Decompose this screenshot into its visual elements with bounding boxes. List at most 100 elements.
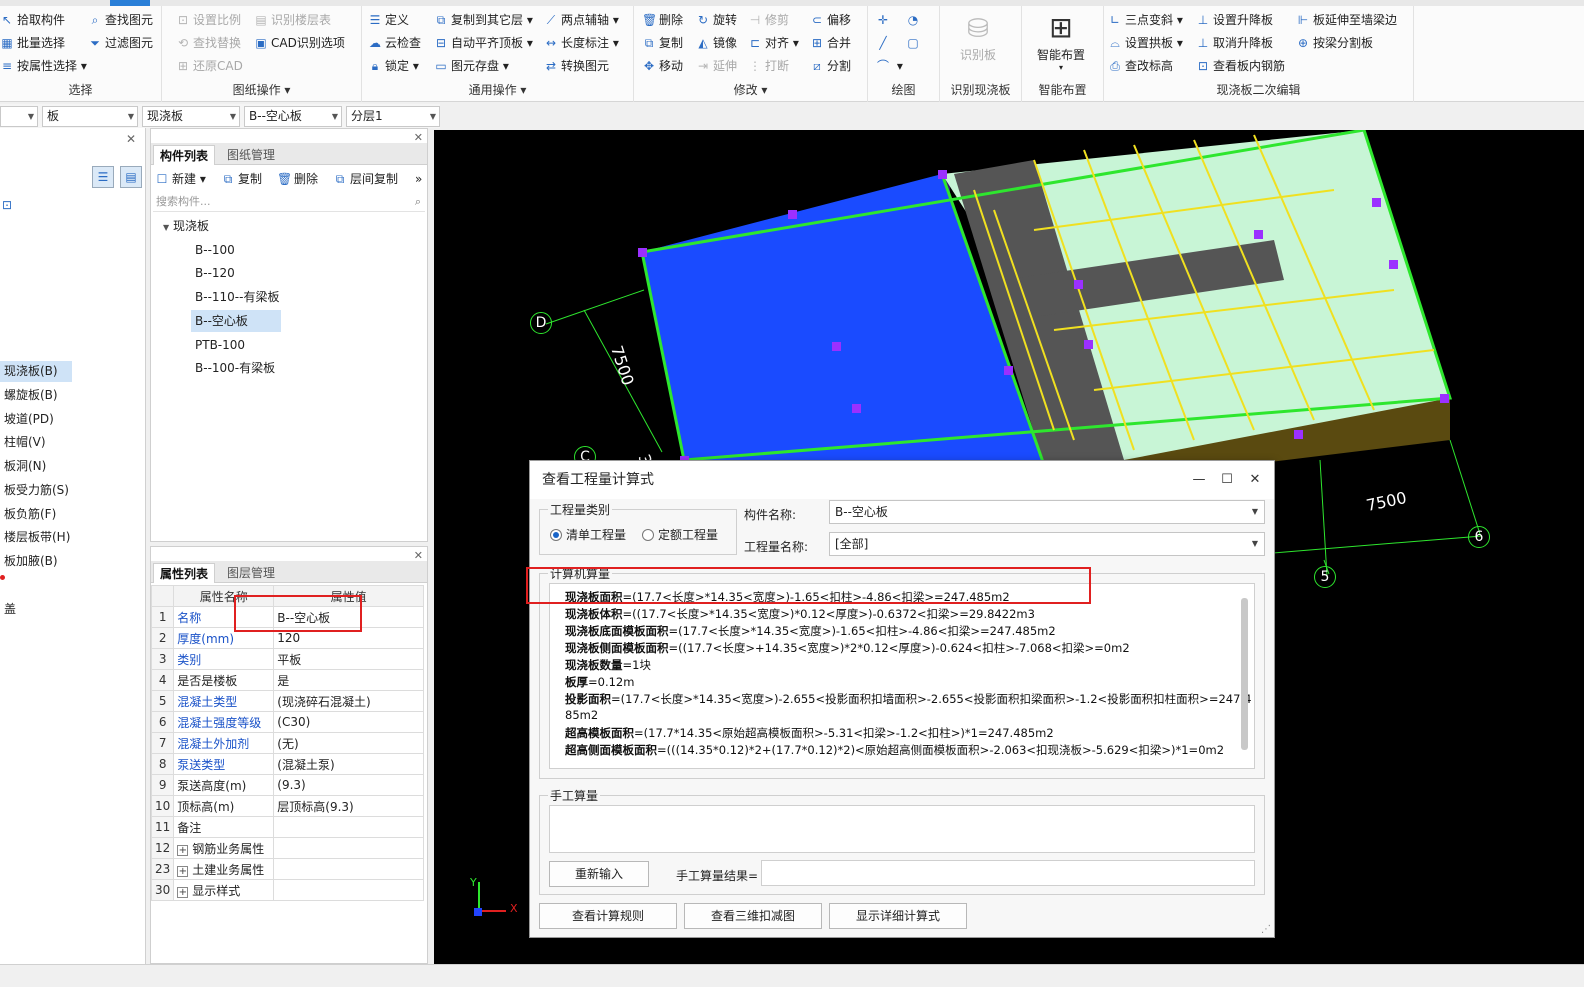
- floor-combo[interactable]: ▼: [0, 106, 38, 127]
- dialog-title-bar[interactable]: 查看工程量计算式: [530, 461, 1274, 499]
- move-button[interactable]: ✥ 移动: [642, 56, 683, 76]
- show-detailed-formula-button[interactable]: 显示详细计算式: [829, 903, 967, 929]
- convert-element-button[interactable]: ⇄ 转换图元: [544, 56, 609, 76]
- property-value[interactable]: (9.3): [273, 774, 424, 796]
- tree-item-hollow-slab[interactable]: B--空心板: [191, 310, 281, 332]
- nav-item-cast-slab[interactable]: 现浇板(B): [0, 361, 72, 382]
- check-elevation-button[interactable]: ⎙ 查改标高: [1108, 56, 1173, 76]
- radio-quota-qty[interactable]: 定额工程量: [642, 526, 718, 543]
- tree-item-b110-beam[interactable]: B--110--有梁板: [195, 286, 279, 308]
- radio-list-qty[interactable]: 清单工程量: [550, 526, 626, 543]
- set-raise-lower-button[interactable]: ⊥ 设置升降板: [1196, 10, 1273, 30]
- extend-to-wall-button[interactable]: ⊩ 板延伸至墙梁边: [1296, 10, 1397, 30]
- more-icon[interactable]: »: [415, 169, 422, 189]
- view-3d-deduction-button[interactable]: 查看三维扣减图: [684, 903, 822, 929]
- nav-item-ramp[interactable]: 坡道(PD): [0, 409, 72, 430]
- tree-item-b100[interactable]: B--100: [195, 239, 235, 261]
- cancel-raise-lower-button[interactable]: ⊥ 取消升降板: [1196, 33, 1273, 53]
- split-button[interactable]: ⧄ 分割: [810, 56, 851, 76]
- property-value[interactable]: (C30): [273, 711, 424, 733]
- three-point-slope-button[interactable]: ∟ 三点变斜 ▾: [1108, 10, 1183, 30]
- merge-button[interactable]: ⊞ 合并: [810, 33, 851, 53]
- tree-root-cast-slab[interactable]: ▼ 现浇板: [163, 215, 209, 237]
- table-row[interactable]: 7 混凝土外加剂 (无): [150, 732, 424, 754]
- qty-name-select[interactable]: [全部] ▼: [829, 532, 1265, 556]
- tab-component-list[interactable]: 构件列表: [153, 145, 216, 165]
- table-row[interactable]: 30 + 显示样式: [150, 879, 424, 901]
- lock-button[interactable]: 🔒︎ 锁定 ▾: [368, 56, 419, 76]
- tree-item-b120[interactable]: B--120: [195, 262, 235, 284]
- layer-combo[interactable]: 分层1 ▼: [346, 106, 440, 127]
- rotate-button[interactable]: ↻ 旋转: [696, 10, 737, 30]
- tree-item-b100-beam[interactable]: B--100-有梁板: [195, 357, 275, 379]
- manual-result-field[interactable]: [761, 860, 1255, 886]
- rotate-point-button[interactable]: ◔: [906, 10, 923, 30]
- group-title-common-ops[interactable]: 通用操作 ▾: [362, 81, 633, 98]
- filter-element-button[interactable]: ⏷ 过滤图元: [88, 33, 153, 53]
- nav-item-floor-band[interactable]: 楼层板带(H): [0, 527, 80, 548]
- auto-align-top-button[interactable]: ⊟ 自动平齐顶板 ▾: [434, 33, 533, 53]
- expand-icon[interactable]: +: [177, 886, 189, 898]
- two-point-aux-axis-button[interactable]: ⟋ 两点辅轴 ▾: [544, 10, 619, 30]
- maximize-icon[interactable]: ☐: [1218, 471, 1236, 489]
- recognize-floor-table-button[interactable]: ▤ 识别楼层表: [254, 10, 331, 30]
- delete-button[interactable]: 🗑︎ 删除: [642, 10, 683, 30]
- find-replace-button[interactable]: ⟲ 查找替换: [176, 33, 241, 53]
- offset-button[interactable]: ⊂ 偏移: [810, 10, 851, 30]
- table-row[interactable]: 9 泵送高度(m) (9.3): [150, 774, 424, 796]
- nav-item-column-cap[interactable]: 柱帽(V): [0, 432, 72, 453]
- mirror-button[interactable]: ◭ 镜像: [696, 33, 737, 53]
- align-button[interactable]: ⊏ 对齐 ▾: [748, 33, 799, 53]
- component-type-combo[interactable]: 现浇板 ▼: [142, 106, 240, 127]
- table-row[interactable]: 12 + 钢筋业务属性: [150, 837, 424, 859]
- view-calc-rules-button[interactable]: 查看计算规则: [539, 903, 677, 929]
- property-value[interactable]: 是: [273, 669, 424, 691]
- break-button[interactable]: ⋮ 打断: [748, 56, 789, 76]
- tab-property-list[interactable]: 属性列表: [153, 563, 216, 583]
- property-value[interactable]: (现浇碎石混凝土): [273, 690, 424, 712]
- list-view-icon[interactable]: ☰: [92, 166, 114, 188]
- reenter-button[interactable]: 重新输入: [549, 861, 649, 887]
- cad-options-button[interactable]: ▣ CAD识别选项: [254, 33, 345, 53]
- pick-component-button[interactable]: ↖ 拾取构件: [0, 10, 65, 30]
- copy-component-button[interactable]: ⧉ 复制: [221, 169, 262, 189]
- calc-formula-area[interactable]: 现浇板面积=(17.7<长度>*14.35<宽度>)-1.65<扣柱>-4.86…: [549, 583, 1255, 769]
- rect-draw-button[interactable]: ▢: [906, 33, 923, 53]
- component-name-select[interactable]: B--空心板 ▼: [829, 500, 1265, 524]
- close-icon[interactable]: ✕: [126, 132, 136, 146]
- table-row[interactable]: 8 泵送类型 (混凝土泵): [150, 753, 424, 775]
- resize-grip-icon[interactable]: ⋰: [1261, 924, 1271, 935]
- table-row[interactable]: 6 混凝土强度等级 (C30): [150, 711, 424, 733]
- property-value[interactable]: 层顶标高(9.3): [273, 795, 424, 817]
- set-scale-button[interactable]: ⊡ 设置比例: [176, 10, 241, 30]
- copy-to-other-floor-button[interactable]: ⧉ 复制到其它层 ▾: [434, 10, 533, 30]
- expand-icon[interactable]: +: [177, 844, 189, 856]
- group-title-drawing-ops[interactable]: 图纸操作 ▾: [162, 81, 361, 98]
- property-value[interactable]: (混凝土泵): [273, 753, 424, 775]
- group-title-modify[interactable]: 修改 ▾: [634, 81, 867, 98]
- trim-button[interactable]: ⊣ 修剪: [748, 10, 789, 30]
- nav-item-cover[interactable]: 盖: [0, 599, 72, 620]
- delete-component-button[interactable]: 🗑︎ 删除: [277, 169, 318, 189]
- property-value[interactable]: [273, 816, 424, 838]
- floor-copy-button[interactable]: ⧉ 层间复制: [333, 169, 398, 189]
- set-arch-slab-button[interactable]: ⌓ 设置拱板 ▾: [1108, 33, 1183, 53]
- point-draw-button[interactable]: ✛: [876, 10, 893, 30]
- tab-drawing-management[interactable]: 图纸管理: [221, 145, 281, 165]
- extend-button[interactable]: ⇥ 延伸: [696, 56, 737, 76]
- nav-item-slab-hole[interactable]: 板洞(N): [0, 456, 72, 477]
- batch-select-button[interactable]: ▦ 批量选择: [0, 33, 65, 53]
- line-draw-button[interactable]: ╱: [876, 33, 893, 53]
- expand-icon[interactable]: +: [177, 865, 189, 877]
- calc-scrollbar[interactable]: [1241, 598, 1248, 750]
- table-row[interactable]: 3 类别 平板: [150, 648, 424, 670]
- table-row[interactable]: 10 顶标高(m) 层顶标高(9.3): [150, 795, 424, 817]
- tab-layer-management[interactable]: 图层管理: [221, 563, 281, 583]
- table-row[interactable]: 11 备注: [150, 816, 424, 838]
- define-button[interactable]: ☰ 定义: [368, 10, 409, 30]
- nav-item-spiral-slab[interactable]: 螺旋板(B): [0, 385, 72, 406]
- new-component-button[interactable]: ☐ 新建 ▾: [155, 169, 206, 189]
- table-row[interactable]: 4 是否是楼板是: [150, 669, 424, 691]
- category-combo[interactable]: 板 ▼: [42, 106, 138, 127]
- property-value[interactable]: 平板: [273, 648, 424, 670]
